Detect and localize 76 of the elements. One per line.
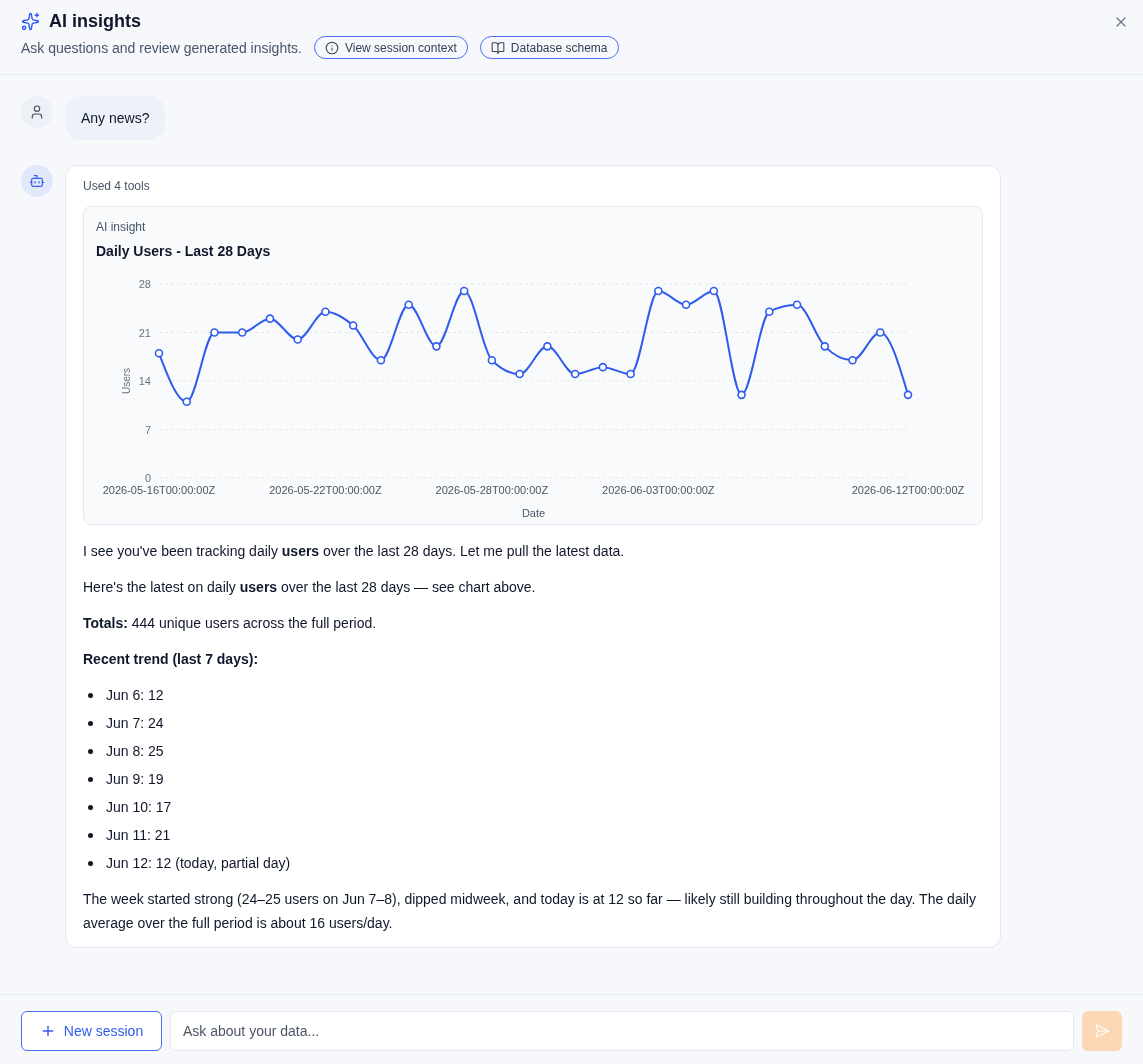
button-label: Database schema: [510, 39, 608, 56]
data-point: [404, 300, 413, 310]
bullet-icon: [88, 832, 93, 838]
panel-title: AI insights: [49, 10, 141, 33]
data-point: [182, 397, 192, 407]
data-point: [237, 328, 247, 337]
data-point: [321, 307, 330, 316]
data-point: [293, 335, 302, 344]
person-avatar-icon: [21, 96, 53, 128]
y-tick-label: 0: [144, 472, 151, 484]
message-bubble: Any news?: [65, 96, 166, 140]
data-point: [598, 362, 608, 372]
bullet-icon: [88, 692, 93, 698]
section-heading: Recent trend (last 7 days):: [83, 650, 260, 669]
data-point: [543, 342, 552, 351]
message-paragraph: Totals: 444 unique users across the full period.: [83, 614, 378, 633]
list-item-text: Jun 7: 24: [106, 714, 164, 733]
x-tick-label: 2026-05-16T00:00:00Z: [102, 484, 216, 496]
insight-label: AI insight: [96, 219, 147, 235]
sparkles-icon: [21, 11, 40, 31]
tools-used-note: Used 4 tools: [83, 178, 151, 194]
y-tick-label: 21: [138, 326, 151, 339]
data-point: [709, 286, 719, 296]
robot-avatar-icon: [21, 165, 53, 197]
new-session-button[interactable]: New session: [21, 1011, 162, 1051]
list-item-text: Jun 8: 25: [106, 742, 164, 761]
list-item-text: Jun 11: 21: [106, 826, 171, 845]
data-point: [348, 321, 358, 330]
y-tick-label: 7: [144, 423, 151, 436]
data-point: [792, 300, 802, 310]
bullet-icon: [88, 860, 93, 866]
data-point: [570, 369, 580, 379]
data-point: [487, 355, 497, 365]
send-icon: [1094, 1023, 1110, 1039]
info-icon: [324, 40, 339, 55]
x-tick-label: 2026-05-28T00:00:00Z: [435, 484, 549, 496]
list-item-text: Jun 12: 12 (today, partial day): [106, 854, 291, 873]
data-point: [459, 286, 469, 296]
data-point: [376, 355, 386, 365]
data-point: [432, 342, 441, 351]
button-label: New session: [63, 1022, 144, 1041]
x-tick-label: 2026-06-03T00:00:00Z: [602, 484, 715, 496]
book-icon: [490, 40, 505, 55]
data-point: [154, 349, 164, 358]
y-axis-title: Users: [121, 367, 132, 395]
message-paragraph: Here's the latest on daily users over the last 28 days — see chart above.: [83, 578, 537, 597]
data-point: [903, 390, 913, 400]
data-point: [515, 369, 524, 379]
list-item-text: Jun 10: 17: [106, 798, 172, 817]
x-axis-title: Date: [521, 507, 546, 519]
bullet-icon: [88, 748, 93, 754]
data-point: [681, 300, 691, 310]
y-tick-label: 14: [138, 375, 151, 387]
data-point: [820, 342, 830, 351]
data-point: [210, 328, 219, 337]
data-point: [626, 369, 635, 379]
data-point: [875, 328, 885, 337]
list-item-text: Jun 6: 12: [106, 686, 164, 705]
panel-subtitle: Ask questions and review generated insights.: [21, 38, 302, 58]
x-tick-label: 2026-06-12T00:00:00Z: [851, 484, 965, 496]
button-label: View session context: [344, 39, 457, 56]
chart-title: Daily Users - Last 28 Days: [96, 242, 272, 261]
message-input[interactable]: Ask about your data...: [170, 1011, 1074, 1051]
list-item-text: Jun 9: 19: [106, 770, 164, 789]
data-point: [654, 286, 663, 296]
message-paragraph: I see you've been tracking daily users over the last 28 days. Let me pull the latest data.: [83, 542, 626, 561]
bullet-icon: [88, 776, 93, 782]
data-point: [848, 355, 857, 365]
data-point: [265, 314, 275, 323]
bullet-icon: [88, 720, 93, 726]
data-point: [737, 390, 746, 400]
data-point: [765, 307, 774, 316]
bullet-icon: [88, 804, 93, 810]
y-tick-label: 28: [138, 278, 151, 290]
message-paragraph: The week started strong (24–25 users on Jun 7–8), dipped midweek, and today is at 12 so far — likely still building throughout the day. The daily average over the full period is about 16 users/day.: [83, 890, 977, 933]
x-tick-label: 2026-05-22T00:00:00Z: [269, 484, 382, 496]
